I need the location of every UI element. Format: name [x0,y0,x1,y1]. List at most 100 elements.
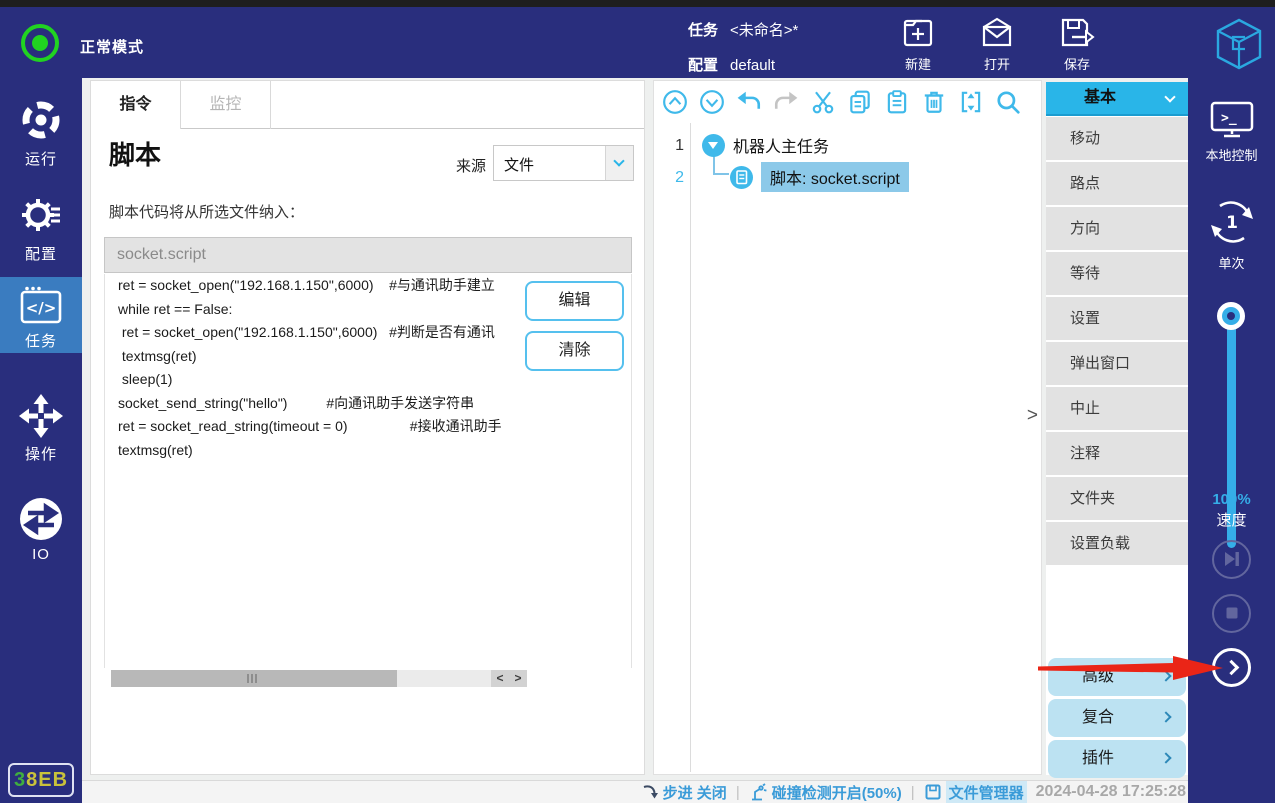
instruction-panel: 基本 移动 路点 方向 等待 设置 弹出窗口 中止 注释 文件夹 设置负载 高级… [1046,82,1188,775]
instr-item-move[interactable]: 移动 [1046,117,1188,160]
instr-item-folder[interactable]: 文件夹 [1046,477,1188,520]
tree-toolbar [662,86,1021,118]
grip-icon [247,674,249,683]
tab-command[interactable]: 指令 [91,81,181,129]
speed-percent: 100% [1188,491,1275,508]
sidebar-item-task[interactable]: </> 任务 [0,277,82,353]
config-value: default [730,57,775,74]
chevron-right-icon [1224,660,1240,676]
svg-text:1: 1 [1226,213,1238,233]
stop-button[interactable] [1212,594,1251,633]
instr-item-waypoint[interactable]: 路点 [1046,162,1188,205]
instruction-category-composite[interactable]: 复合 [1048,699,1186,737]
instruction-category-plugin[interactable]: 插件 [1048,740,1186,778]
code-icon: </> [18,286,64,326]
gutter-divider [690,123,691,772]
collapse-icon[interactable] [958,89,984,115]
tree-row-main-task[interactable]: 机器人主任务 [702,131,829,159]
run-icon [17,96,65,144]
instr-item-payload[interactable]: 设置负载 [1046,522,1188,565]
source-select[interactable]: 文件 [493,145,634,181]
selected-node-label: 脚本: socket.script [761,162,909,192]
chevron-right-icon [1160,670,1171,681]
step-forward-button[interactable] [1212,540,1251,579]
speed-label: 速度 [1188,509,1275,530]
cut-icon[interactable] [810,89,836,115]
skip-icon [1223,550,1241,568]
task-info: 任务<未命名>* 配置default [688,19,798,89]
status-code-badge: 38EB [8,763,74,797]
open-button[interactable]: 打开 [967,16,1027,73]
topbar: 正常模式 任务<未命名>* 配置default 新建 打 [0,7,1275,78]
move-down-icon[interactable] [699,89,725,115]
separator: | [911,784,915,801]
page-title: 脚本 [109,135,161,172]
scroll-right-button[interactable]: > [509,670,527,687]
clear-button[interactable]: 清除 [525,331,624,371]
new-button[interactable]: 新建 [888,16,948,73]
scrollbar-track[interactable] [111,670,491,687]
copy-icon[interactable] [847,89,873,115]
code-line: textmsg(ret) [105,345,550,369]
step-mode-status[interactable]: 步进 关闭 [641,782,727,803]
step-icon [641,783,659,801]
script-filename-field[interactable]: socket.script [104,237,632,273]
search-icon[interactable] [995,89,1021,115]
undo-icon[interactable] [736,89,762,115]
script-panel: 指令 监控 脚本 来源 文件 脚本代码将从所选文件纳入： socket.scri… [90,80,645,775]
status-bar: 步进 关闭 | 碰撞检测开启(50%) | 文件管理器 2024-04-28 1… [82,780,1188,803]
redo-icon[interactable] [773,89,799,115]
app-root: 正常模式 任务<未命名>* 配置default 新建 打 [0,0,1275,803]
collision-detection-status[interactable]: 碰撞检测开启(50%) [749,782,902,803]
instr-item-comment[interactable]: 注释 [1046,432,1188,475]
move-up-icon[interactable] [662,89,688,115]
save-icon [1059,16,1095,50]
script-icon [730,166,753,189]
tab-bar: 指令 监控 [91,81,644,129]
app-logo [1212,16,1266,77]
instr-item-wait[interactable]: 等待 [1046,252,1188,295]
svg-text:</>: </> [26,299,57,317]
instr-item-set[interactable]: 设置 [1046,297,1188,340]
gear-icon [17,191,65,239]
instr-item-popup[interactable]: 弹出窗口 [1046,342,1188,385]
sidebar-item-io[interactable]: IO [0,496,82,563]
instr-item-abort[interactable]: 中止 [1046,387,1188,430]
code-line: while ret == False: [105,298,550,322]
local-control-button[interactable]: >_ 本地控制 [1188,100,1275,164]
sidebar-item-operate[interactable]: 操作 [0,393,82,464]
chevron-right-icon [1160,711,1171,722]
separator: | [736,784,740,801]
next-button[interactable] [1212,648,1251,687]
tree-row-script[interactable]: 脚本: socket.script [730,163,909,191]
config-label: 配置 [688,57,718,74]
code-line: ret = socket_read_string(timeout = 0) #接… [105,415,550,439]
status-light-icon [21,24,59,62]
single-run-button[interactable]: 1 单次 [1188,196,1275,272]
delete-icon[interactable] [921,89,947,115]
collapse-triangle-icon[interactable] [702,134,725,157]
scrollbar-thumb[interactable] [111,670,397,687]
horizontal-scrollbar[interactable]: < > [111,670,527,687]
svg-text:>_: >_ [1221,111,1237,126]
chevron-right-icon [1160,752,1171,763]
instr-item-direction[interactable]: 方向 [1046,207,1188,250]
instruction-category-basic[interactable]: 基本 [1046,82,1188,116]
line-number: 1 [654,137,684,155]
tab-monitor[interactable]: 监控 [181,81,271,129]
speed-slider-thumb[interactable] [1217,302,1245,330]
file-manager-button[interactable]: 文件管理器 [924,781,1027,803]
paste-icon[interactable] [884,89,910,115]
sidebar-item-run[interactable]: 运行 [0,96,82,169]
open-file-icon [980,16,1014,50]
save-button[interactable]: 保存 [1047,16,1107,73]
panel-expander[interactable]: > [1027,405,1038,427]
task-tree-panel: 1 2 机器人主任务 脚本: socket.script > [653,80,1042,775]
scroll-left-button[interactable]: < [491,670,509,687]
source-selected-value: 文件 [504,154,534,175]
code-line: ret = socket_open("192.168.1.150",6000) … [105,274,550,298]
chevron-down-icon [605,146,633,180]
instruction-category-advanced[interactable]: 高级 [1048,658,1186,696]
sidebar-item-config[interactable]: 配置 [0,191,82,264]
edit-button[interactable]: 编辑 [525,281,624,321]
